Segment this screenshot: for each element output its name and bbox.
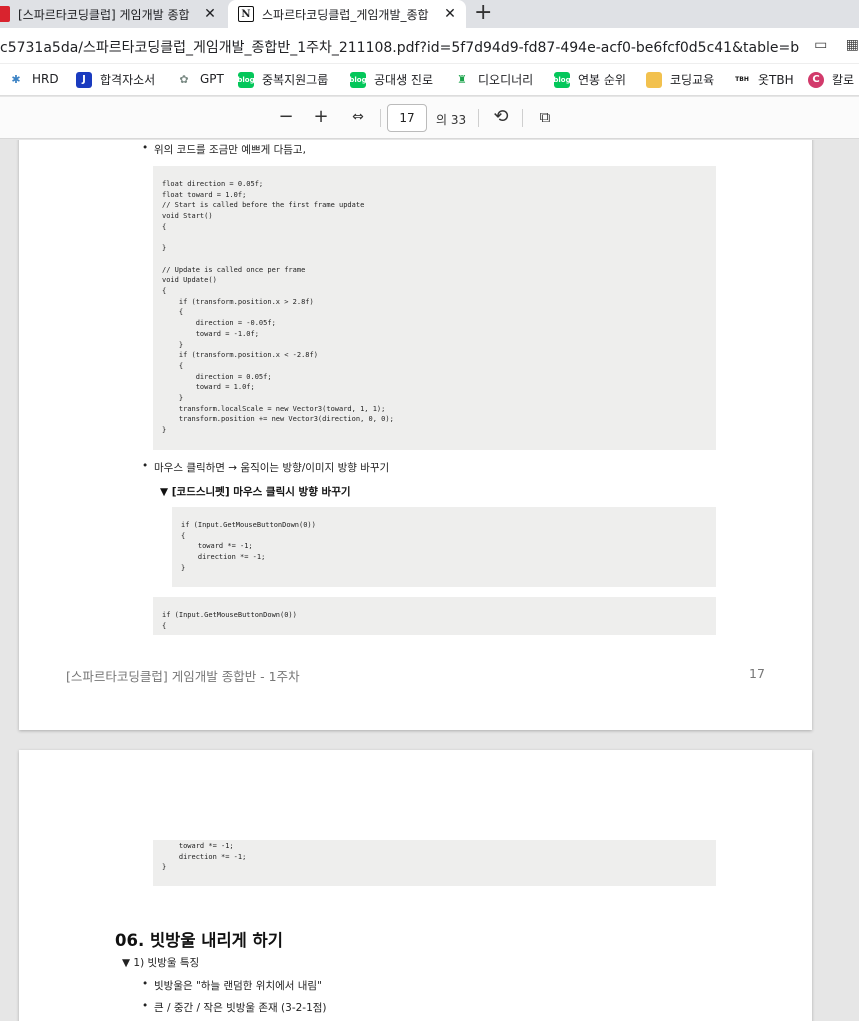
code-block: float direction = 0.05f; float toward = … [153, 166, 716, 450]
zoom-in-button[interactable]: + [313, 107, 329, 127]
close-icon[interactable]: ✕ [202, 6, 218, 22]
code-block: if (Input.GetMouseButtonDown(0)) { towar… [172, 507, 716, 587]
close-icon[interactable]: ✕ [442, 6, 458, 22]
bookmark-item[interactable]: J 합격자소서 [76, 71, 155, 88]
pdf-viewer[interactable]: 위의 코드를 조금만 예쁘게 다듬고, float direction = 0.… [0, 140, 859, 1021]
bookmark-item[interactable]: blog 연봉 순위 [553, 71, 626, 88]
toolbar-divider [478, 109, 479, 127]
tbh-icon: TBH [734, 71, 750, 88]
code-block: toward *= -1; direction *= -1; } [153, 840, 716, 886]
rotate-button[interactable]: ⟲ [491, 107, 511, 127]
bullet-text: 위의 코드를 조금만 예쁘게 다듬고, [142, 142, 306, 157]
blog-icon: blog [237, 71, 255, 88]
snippet-toggle[interactable]: ▼ [코드스니펫] 마우스 클릭시 방향 바꾸기 [160, 484, 351, 499]
bookmark-item[interactable]: blog 공대생 진로 [349, 71, 434, 88]
toolbar-divider [380, 109, 381, 127]
bookmark-label: 합격자소서 [100, 73, 156, 87]
bookmark-item[interactable]: C 칼로 [808, 71, 854, 88]
pdf-page-18: toward *= -1; direction *= -1; } 06. 빗방울… [19, 750, 812, 1021]
blog-icon: blog [349, 71, 367, 88]
toolbar-divider [522, 109, 523, 127]
bullet-text: 마우스 클릭하면 → 움직이는 방향/이미지 방향 바꾸기 [142, 460, 389, 475]
c-icon: C [808, 71, 824, 88]
address-bar-icons: ▭ ▦ [800, 37, 859, 53]
extensions-icon[interactable]: ▦ [846, 37, 859, 53]
cast-icon[interactable]: ▭ [814, 37, 827, 53]
url-field[interactable]: c5731a5da/스파르타코딩클럽_게임개발_종합반_1주차_211108.p… [0, 37, 800, 57]
blog-icon: blog [553, 71, 571, 88]
bookmark-label: 공대생 진로 [374, 73, 434, 87]
j-icon: J [76, 71, 92, 88]
shield-icon: ♜ [457, 73, 467, 86]
page-footer-title: [스파르타코딩클럽] 게임개발 종합반 - 1주차 [66, 669, 300, 684]
sub-toggle[interactable]: ▼ 1) 빗방울 특징 [122, 955, 199, 970]
notion-icon: N [238, 6, 254, 22]
bookmark-label: GPT [200, 72, 224, 86]
bullet-text: 큰 / 중간 / 작은 빗방울 존재 (3-2-1점) [142, 1000, 326, 1015]
tab-notion-pdf[interactable]: N 스파르타코딩클럽_게임개발_종합 ✕ [228, 0, 466, 28]
zoom-out-button[interactable]: − [278, 107, 294, 127]
pdf-toolbar: − + ⇔ 17 의 33 ⟲ ⧉ [0, 97, 859, 139]
bookmark-item[interactable]: ♜ 디오디너리 [454, 71, 533, 88]
bookmark-item[interactable]: TBH 옷TBH [734, 71, 794, 88]
bullet-text: 빗방울은 "하늘 랜덤한 위치에서 내림" [142, 978, 322, 993]
bookmark-item[interactable]: blog 중복지원그룹 [237, 71, 329, 88]
bookmarks-bar: ✱ HRD J 합격자소서 ✿ GPT blog 중복지원그룹 blog 공대생 진로 ♜ 디오디너리… [0, 64, 859, 96]
page-number-input[interactable]: 17 [387, 104, 427, 132]
code-block: if (Input.GetMouseButtonDown(0)) { [153, 597, 716, 635]
bookmark-label: HRD [32, 72, 59, 86]
tab-strip: [스파르타코딩클럽] 게임개발 종합 ✕ N 스파르타코딩클럽_게임개발_종합 … [0, 0, 859, 28]
fit-width-button[interactable]: ⇔ [348, 107, 368, 127]
bookmark-item[interactable]: ✿ GPT [176, 71, 224, 87]
tab-title: 스파르타코딩클럽_게임개발_종합 [262, 7, 429, 22]
bookmark-label: 코딩교육 [670, 73, 715, 87]
bookmark-item[interactable]: 코딩교육 [646, 71, 714, 88]
hrd-icon: ✱ [11, 72, 21, 86]
tab-title: [스파르타코딩클럽] 게임개발 종합 [18, 7, 190, 22]
two-page-view-button[interactable]: ⧉ [535, 107, 555, 127]
bookmark-label: 중복지원그룹 [262, 73, 329, 87]
page-count: 의 33 [436, 113, 467, 127]
pdf-favicon-icon [0, 6, 10, 22]
bookmark-label: 옷TBH [758, 73, 794, 87]
folder-icon [646, 71, 662, 88]
code-text: toward *= -1; direction *= -1; } [162, 842, 247, 872]
new-tab-button[interactable]: + [474, 2, 492, 24]
tab-sparta-doc[interactable]: [스파르타코딩클럽] 게임개발 종합 ✕ [0, 0, 226, 28]
openai-icon: ✿ [179, 72, 189, 86]
section-heading: 06. 빗방울 내리게 하기 [115, 931, 283, 950]
code-text: float direction = 0.05f; float toward = … [162, 180, 394, 435]
bookmark-label: 연봉 순위 [578, 73, 626, 87]
bookmark-item[interactable]: ✱ HRD [8, 71, 59, 87]
pdf-page-17: 위의 코드를 조금만 예쁘게 다듬고, float direction = 0.… [19, 140, 812, 730]
bookmark-label: 칼로 [832, 73, 855, 87]
bookmark-label: 디오디너리 [478, 73, 534, 87]
code-text: if (Input.GetMouseButtonDown(0)) { towar… [181, 521, 316, 572]
address-bar: c5731a5da/스파르타코딩클럽_게임개발_종합반_1주차_211108.p… [0, 28, 859, 64]
page-footer-number: 17 [749, 666, 765, 681]
code-text: if (Input.GetMouseButtonDown(0)) { [162, 611, 297, 630]
